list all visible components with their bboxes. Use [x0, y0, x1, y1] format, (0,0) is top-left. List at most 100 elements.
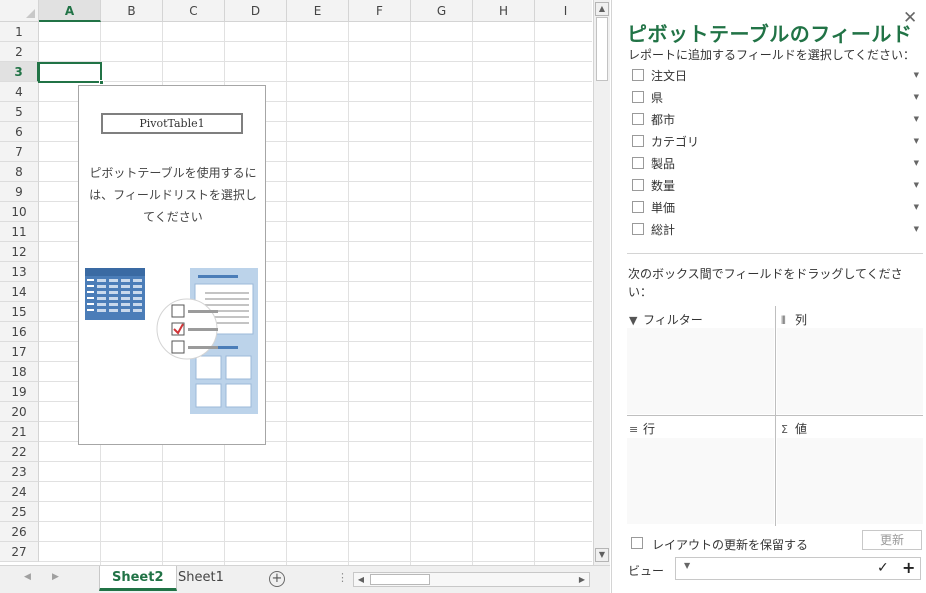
column-header-d[interactable]: D: [225, 0, 287, 22]
row-header-7[interactable]: 7: [0, 142, 39, 162]
field-checkbox[interactable]: [632, 223, 644, 235]
area-vertical-divider: [775, 306, 776, 526]
row-header-11[interactable]: 11: [0, 222, 39, 242]
spreadsheet-area[interactable]: ABCDEFGHI 1 2 3 4 5 6 7 8 9 10 11 12 13 14 15 16 17 18 19 2…: [0, 0, 592, 565]
pivot-field-list-panel: ピボットテーブルのフィールド ✕ レポートに追加するフィールドを選択してください…: [611, 0, 926, 593]
field-checkbox[interactable]: [632, 69, 644, 81]
row-header-4[interactable]: 4: [0, 82, 39, 102]
columns-icon: ⦀: [781, 314, 786, 327]
horizontal-scrollbar[interactable]: ◀ ▶: [353, 572, 590, 587]
scroll-right-icon[interactable]: ▶: [575, 573, 589, 586]
row-header-20[interactable]: 20: [0, 402, 39, 422]
field-item[interactable]: 単価 ▼: [627, 196, 923, 218]
row-header-22[interactable]: 22: [0, 442, 39, 462]
field-label: 総計: [651, 223, 676, 237]
scroll-left-icon[interactable]: ◀: [354, 573, 368, 586]
column-header-b[interactable]: B: [101, 0, 163, 22]
pivot-table-placeholder[interactable]: PivotTable1 ピボットテーブルを使用するには、フィールドリストを選択し…: [78, 85, 266, 445]
field-item[interactable]: カテゴリ ▼: [627, 130, 923, 152]
field-dropdown-icon[interactable]: ▼: [914, 221, 919, 237]
filter-area-drop-zone[interactable]: [627, 328, 774, 414]
field-checkbox[interactable]: [632, 157, 644, 169]
row-header-6[interactable]: 6: [0, 122, 39, 142]
vertical-scroll-thumb[interactable]: [596, 17, 608, 81]
field-dropdown-icon[interactable]: ▼: [914, 111, 919, 127]
chevron-down-icon[interactable]: ▼: [684, 561, 690, 570]
column-header-f[interactable]: F: [349, 0, 411, 22]
values-area-drop-zone[interactable]: [777, 438, 923, 524]
scroll-up-icon[interactable]: ▲: [595, 2, 609, 16]
column-header-g[interactable]: G: [411, 0, 473, 22]
field-item[interactable]: 県 ▼: [627, 86, 923, 108]
row-header-5[interactable]: 5: [0, 102, 39, 122]
row-header-13[interactable]: 13: [0, 262, 39, 282]
field-dropdown-icon[interactable]: ▼: [914, 155, 919, 171]
row-header-14[interactable]: 14: [0, 282, 39, 302]
column-header-i[interactable]: I: [535, 0, 592, 22]
row-header-21[interactable]: 21: [0, 422, 39, 442]
field-checkbox[interactable]: [632, 113, 644, 125]
row-header-27[interactable]: 27: [0, 542, 39, 562]
column-header-a[interactable]: A: [39, 0, 101, 22]
cell-grid[interactable]: PivotTable1 ピボットテーブルを使用するには、フィールドリストを選択し…: [39, 22, 592, 565]
field-item[interactable]: 製品 ▼: [627, 152, 923, 174]
defer-update-checkbox[interactable]: [631, 537, 643, 549]
plus-icon[interactable]: +: [902, 558, 915, 577]
sheet-tab-sheet1[interactable]: Sheet1: [166, 566, 236, 591]
tab-split-handle-icon[interactable]: ⋮: [337, 571, 348, 584]
field-checkbox[interactable]: [632, 135, 644, 147]
checkmark-icon[interactable]: ✓: [877, 560, 889, 576]
row-header-23[interactable]: 23: [0, 462, 39, 482]
field-checkbox[interactable]: [632, 91, 644, 103]
rows-icon: ≡: [629, 423, 639, 436]
columns-area-label: 列: [795, 313, 808, 327]
row-header-9[interactable]: 9: [0, 182, 39, 202]
field-dropdown-icon[interactable]: ▼: [914, 133, 919, 149]
rows-area-drop-zone[interactable]: [627, 438, 774, 524]
row-header-2[interactable]: 2: [0, 42, 39, 62]
vertical-scrollbar[interactable]: ▲ ▼: [593, 0, 610, 565]
horizontal-scroll-thumb[interactable]: [370, 574, 430, 585]
fill-handle[interactable]: [99, 80, 104, 85]
close-icon[interactable]: ✕: [903, 10, 917, 27]
row-header-15[interactable]: 15: [0, 302, 39, 322]
field-dropdown-icon[interactable]: ▼: [914, 199, 919, 215]
row-header-18[interactable]: 18: [0, 362, 39, 382]
sheet-tab-sheet2[interactable]: Sheet2: [99, 566, 177, 591]
scroll-down-icon[interactable]: ▼: [595, 548, 609, 562]
field-item[interactable]: 都市 ▼: [627, 108, 923, 130]
column-header-h[interactable]: H: [473, 0, 535, 22]
view-select[interactable]: ▼ ✓ +: [675, 557, 921, 580]
row-header-8[interactable]: 8: [0, 162, 39, 182]
tab-prev-icon[interactable]: ◀: [24, 572, 31, 582]
panel-title: ピボットテーブルのフィールド: [627, 22, 913, 46]
filter-icon: ▼: [629, 314, 638, 327]
field-item[interactable]: 数量 ▼: [627, 174, 923, 196]
field-checkbox[interactable]: [632, 179, 644, 191]
columns-area-header: ⦀ 列: [781, 310, 807, 330]
field-item[interactable]: 総計 ▼: [627, 218, 923, 240]
row-header-26[interactable]: 26: [0, 522, 39, 542]
field-item[interactable]: 注文日 ▼: [627, 64, 923, 86]
tab-next-icon[interactable]: ▶: [52, 572, 59, 582]
field-checkbox[interactable]: [632, 201, 644, 213]
row-header-3[interactable]: 3: [0, 62, 39, 82]
row-header-10[interactable]: 10: [0, 202, 39, 222]
row-header-24[interactable]: 24: [0, 482, 39, 502]
column-header-c[interactable]: C: [163, 0, 225, 22]
field-dropdown-icon[interactable]: ▼: [914, 89, 919, 105]
field-dropdown-icon[interactable]: ▼: [914, 177, 919, 193]
update-button[interactable]: 更新: [862, 530, 922, 550]
column-header-e[interactable]: E: [287, 0, 349, 22]
select-all-corner[interactable]: [0, 0, 39, 22]
field-dropdown-icon[interactable]: ▼: [914, 67, 919, 83]
row-header-1[interactable]: 1: [0, 22, 39, 42]
row-header-25[interactable]: 25: [0, 502, 39, 522]
row-header-19[interactable]: 19: [0, 382, 39, 402]
row-header-12[interactable]: 12: [0, 242, 39, 262]
add-sheet-icon[interactable]: +: [269, 571, 285, 587]
row-header-17[interactable]: 17: [0, 342, 39, 362]
columns-area-drop-zone[interactable]: [777, 328, 923, 414]
row-header-16[interactable]: 16: [0, 322, 39, 342]
pivot-illustration-icon: [85, 268, 258, 414]
